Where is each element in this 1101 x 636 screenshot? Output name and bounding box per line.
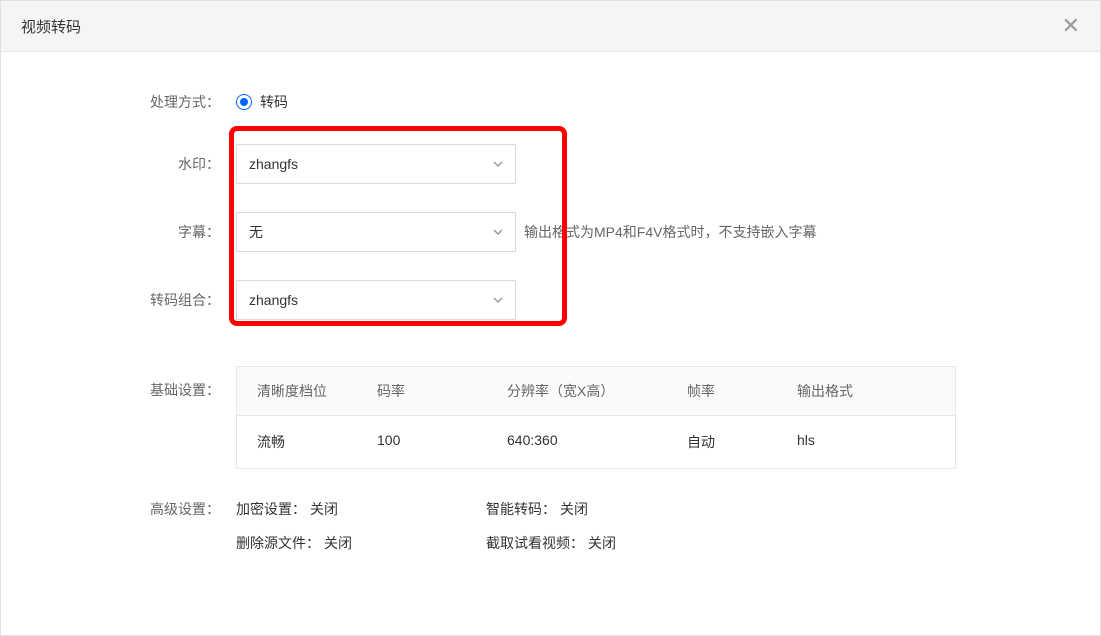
advanced-settings-row: 高级设置： 加密设置： 关闭 智能转码： 关闭 删除源文件： 关闭 截取试看视频… — [41, 499, 1060, 553]
watermark-select[interactable]: zhangfs — [236, 144, 516, 184]
table-header-framerate: 帧率 — [687, 381, 797, 401]
dropdowns-highlighted-group: 水印： zhangfs 字幕： 无 输出格式为MP4和F4V格式时，不支持嵌入字… — [41, 130, 1060, 338]
delete-source-val: 关闭 — [324, 533, 352, 553]
preview-val: 关闭 — [588, 533, 616, 553]
transcode-group-select-wrapper: zhangfs — [236, 280, 516, 320]
advanced-settings-label: 高级设置： — [41, 499, 236, 553]
transcode-group-select-value: zhangfs — [249, 292, 298, 308]
subtitle-select[interactable]: 无 — [236, 212, 516, 252]
table-header-clarity: 清晰度档位 — [257, 381, 377, 401]
subtitle-select-value: 无 — [249, 222, 263, 242]
basic-settings-row: 基础设置： 清晰度档位 码率 分辨率（宽X高） 帧率 输出格式 流畅 100 6… — [41, 366, 1060, 469]
table-cell-framerate: 自动 — [687, 432, 797, 452]
preview-key: 截取试看视频： — [486, 533, 584, 553]
smart-transcode-setting: 智能转码： 关闭 — [486, 499, 646, 519]
smart-transcode-key: 智能转码： — [486, 499, 556, 519]
subtitle-label: 字幕： — [41, 222, 236, 242]
transcode-group-label: 转码组合： — [41, 290, 236, 310]
basic-settings-table: 清晰度档位 码率 分辨率（宽X高） 帧率 输出格式 流畅 100 640:360… — [236, 366, 956, 469]
table-header-bitrate: 码率 — [377, 381, 507, 401]
dialog-header: 视频转码 ✕ — [1, 1, 1100, 52]
subtitle-select-wrapper: 无 — [236, 212, 516, 252]
watermark-select-wrapper: zhangfs — [236, 144, 516, 184]
table-cell-resolution: 640:360 — [507, 432, 687, 452]
encryption-val: 关闭 — [310, 499, 338, 519]
subtitle-row: 字幕： 无 输出格式为MP4和F4V格式时，不支持嵌入字幕 — [41, 212, 1060, 252]
watermark-label: 水印： — [41, 154, 236, 174]
table-cell-clarity: 流畅 — [257, 432, 377, 452]
watermark-select-value: zhangfs — [249, 156, 298, 172]
smart-transcode-val: 关闭 — [560, 499, 588, 519]
dialog-title: 视频转码 — [21, 16, 81, 37]
transcode-radio[interactable] — [236, 94, 252, 110]
table-header-row: 清晰度档位 码率 分辨率（宽X高） 帧率 输出格式 — [237, 367, 955, 416]
watermark-row: 水印： zhangfs — [41, 144, 1060, 184]
subtitle-hint: 输出格式为MP4和F4V格式时，不支持嵌入字幕 — [524, 222, 816, 242]
processing-mode-row: 处理方式： 转码 — [41, 92, 1060, 112]
advanced-settings-grid: 加密设置： 关闭 智能转码： 关闭 删除源文件： 关闭 截取试看视频： 关闭 — [236, 499, 646, 553]
encryption-setting: 加密设置： 关闭 — [236, 499, 396, 519]
delete-source-setting: 删除源文件： 关闭 — [236, 533, 396, 553]
advanced-row-2: 删除源文件： 关闭 截取试看视频： 关闭 — [236, 533, 646, 553]
table-row: 流畅 100 640:360 自动 hls — [237, 416, 955, 468]
transcode-group-row: 转码组合： zhangfs — [41, 280, 1060, 320]
table-cell-output: hls — [797, 432, 935, 452]
processing-mode-label: 处理方式： — [41, 92, 236, 112]
table-cell-bitrate: 100 — [377, 432, 507, 452]
close-icon[interactable]: ✕ — [1062, 15, 1080, 37]
transcode-group-select[interactable]: zhangfs — [236, 280, 516, 320]
transcode-radio-label: 转码 — [260, 92, 288, 112]
table-header-output: 输出格式 — [797, 381, 935, 401]
processing-mode-radio-group: 转码 — [236, 92, 288, 112]
delete-source-key: 删除源文件： — [236, 533, 320, 553]
preview-setting: 截取试看视频： 关闭 — [486, 533, 646, 553]
dialog-content: 处理方式： 转码 水印： zhangfs 字幕： 无 输 — [1, 52, 1100, 573]
advanced-row-1: 加密设置： 关闭 智能转码： 关闭 — [236, 499, 646, 519]
table-header-resolution: 分辨率（宽X高） — [507, 381, 687, 401]
encryption-key: 加密设置： — [236, 499, 306, 519]
basic-settings-label: 基础设置： — [41, 366, 236, 400]
